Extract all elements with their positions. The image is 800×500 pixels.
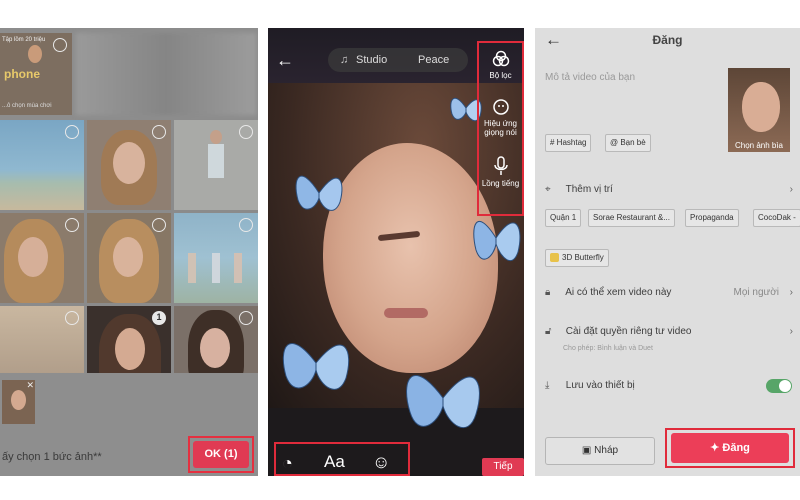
gallery-item[interactable]: Tập lồm 20 triệu phone ...ô chọn mùa chơ… [0, 33, 72, 115]
draft-button[interactable]: ▣ Nháp [545, 437, 655, 465]
post-label: Đăng [722, 442, 750, 454]
blurred-thumbs [76, 33, 256, 115]
visibility-label: Ai có thể xem video này [565, 287, 672, 298]
select-circle[interactable] [239, 125, 253, 139]
chevron-right-icon: › [789, 184, 793, 195]
butterfly-effect [282, 343, 350, 390]
visibility-value: Mọi người [733, 287, 780, 298]
voiceover-button[interactable]: Lồng tiếng [477, 156, 524, 188]
microphone-icon [493, 156, 508, 175]
top-row: Tập lồm 20 triệu phone ...ô chọn mùa chơ… [0, 28, 258, 120]
post-header: ← Đăng [535, 28, 800, 58]
download-icon: ⤓ [545, 380, 550, 391]
music-selector[interactable]: ♫ Studio Peace [328, 48, 468, 72]
filter-button[interactable]: Bộ lọc [477, 50, 524, 80]
filter-label: Bộ lọc [489, 71, 512, 80]
text-tool-button[interactable]: Aa [324, 452, 345, 472]
gallery-item[interactable] [0, 120, 84, 210]
select-circle[interactable] [239, 311, 253, 325]
effect-chip[interactable]: 3D Butterfly [545, 249, 609, 267]
location-row[interactable]: ⌖ Thêm vị trí › [545, 184, 793, 195]
thumb-face [28, 45, 42, 63]
select-circle[interactable] [53, 38, 67, 52]
cover-face [742, 82, 780, 132]
gallery-item[interactable] [174, 213, 258, 303]
ok-button[interactable]: OK (1) [193, 441, 249, 468]
selected-thumbnail[interactable]: ✕ [2, 380, 35, 424]
remove-icon[interactable]: ✕ [26, 380, 34, 391]
thumb-caption-2: phone [4, 67, 40, 81]
timer-icon[interactable]: ◔ [282, 453, 293, 474]
music-note-icon: ♫ [340, 54, 349, 66]
location-chip[interactable]: Quận 1 [545, 209, 582, 227]
select-circle[interactable] [65, 218, 79, 232]
photo-grid: 1 [0, 120, 258, 396]
voice-effect-button[interactable]: Hiệu ứng giọng nói [477, 98, 524, 137]
gallery-item[interactable] [87, 213, 171, 303]
save-label: Lưu vào thiết bị [565, 380, 635, 391]
voice-effect-icon [492, 99, 509, 115]
filter-icon [492, 50, 509, 67]
selected-check-circle[interactable]: 1 [152, 311, 166, 325]
cover-picker[interactable]: Chọn ảnh bìa [728, 68, 790, 152]
post-button[interactable]: ✦ Đăng [671, 433, 789, 463]
back-arrow-icon[interactable]: ← [276, 50, 294, 71]
visibility-row[interactable]: 🔒︎ Ai có thể xem video này Mọi người › [545, 287, 793, 298]
hashtag-chip[interactable]: # Hashtag [545, 134, 592, 152]
privacy-subtext: Cho phép: Bình luận và Duet [563, 345, 653, 352]
location-chip[interactable]: Propaganda [685, 209, 739, 227]
effect-label: 3D Butterfly [562, 253, 604, 262]
location-chip[interactable]: Sorae Restaurant &... [588, 209, 675, 227]
music-label-2: Peace [418, 54, 450, 66]
sticker-icon[interactable]: ☺ [372, 452, 390, 473]
description-input[interactable]: Mô tả video của bạn [545, 72, 635, 83]
next-button[interactable]: Tiếp [482, 458, 524, 476]
thumb-caption-3: ...ô chọn mùa chơi [2, 103, 52, 109]
location-chip[interactable]: CocoDak - [753, 209, 800, 227]
location-label: Thêm vị trí [565, 184, 613, 195]
butterfly-effect [295, 175, 343, 211]
gallery-item[interactable] [0, 213, 84, 303]
unlock-icon: 🔓︎ [545, 326, 552, 337]
editor-panel: ← ♫ Studio Peace Bộ lọc Hiệu ứng giọng n… [268, 28, 524, 476]
select-circle[interactable] [152, 218, 166, 232]
effect-icon [550, 253, 559, 263]
chevron-right-icon: › [789, 287, 793, 298]
page-title: Đăng [652, 33, 683, 47]
voice-effect-label: Hiệu ứng giọng nói [484, 119, 517, 137]
thumb-caption: Tập lồm 20 triệu [2, 37, 46, 43]
draft-label: Nháp [594, 445, 619, 456]
select-circle[interactable] [65, 311, 79, 325]
save-row: ⤓ Lưu vào thiết bị [545, 380, 793, 391]
lock-icon: 🔒︎ [545, 287, 551, 298]
butterfly-effect [406, 375, 480, 428]
select-circle[interactable] [65, 125, 79, 139]
gallery-item[interactable] [174, 120, 258, 210]
privacy-row[interactable]: 🔓︎ Cài đặt quyền riêng tư video › [545, 326, 793, 337]
draft-icon: ▣ [581, 445, 595, 456]
post-panel: ← Đăng Mô tả video của bạn Chọn ảnh bìa … [535, 28, 800, 476]
save-toggle[interactable] [766, 379, 792, 393]
sparkle-icon: ✦ [710, 442, 723, 454]
location-pin-icon: ⌖ [545, 184, 551, 195]
friends-chip[interactable]: @ Bạn bè [605, 134, 651, 152]
chevron-right-icon: › [789, 326, 793, 337]
privacy-label: Cài đặt quyền riêng tư video [565, 326, 692, 337]
cover-label: Chọn ảnh bìa [734, 141, 784, 150]
music-label: Studio [356, 54, 388, 66]
gallery-item[interactable] [87, 120, 171, 210]
gallery-picker-panel: Tập lồm 20 triệu phone ...ô chọn mùa chơ… [0, 28, 258, 476]
selection-hint: ấy chọn 1 bức ảnh** [2, 451, 102, 463]
select-circle[interactable] [152, 125, 166, 139]
select-circle[interactable] [239, 218, 253, 232]
voiceover-label: Lồng tiếng [481, 179, 520, 188]
